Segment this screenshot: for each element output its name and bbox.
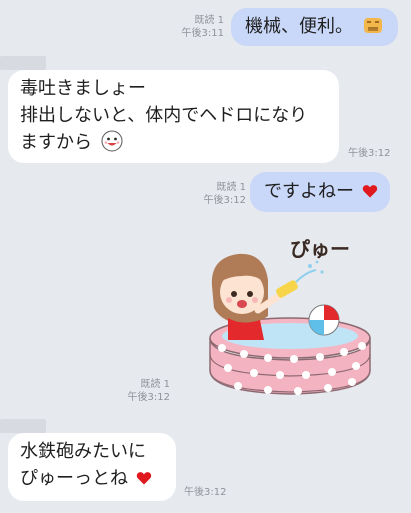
- timestamp: 午後3:12: [184, 487, 227, 498]
- timestamp: 午後3:12: [203, 195, 246, 206]
- read-label: 既読 1: [140, 379, 170, 390]
- avatar-strip: [0, 419, 46, 433]
- message-bubble[interactable]: 水鉄砲みたいに ぴゅーっとね: [8, 433, 176, 501]
- read-receipt: 既読 1 午後3:11: [160, 14, 224, 40]
- water-gun-girl-sticker[interactable]: ぴゅー: [198, 230, 380, 398]
- message-line: ぴゅーっとね: [20, 468, 128, 489]
- timestamp: 午後3:11: [181, 28, 224, 39]
- message-text: ですよねー: [264, 181, 354, 202]
- avatar-strip: [0, 56, 46, 70]
- message-bubble[interactable]: 毒吐きましょー 排出しないと、体内でヘドロになり ますから: [8, 70, 339, 163]
- message-line: 毒吐きましょー: [20, 78, 146, 99]
- timestamp: 午後3:12: [127, 392, 170, 403]
- grinning-face-emoji: [101, 130, 123, 152]
- message-line: 排出しないと、体内でヘドロになり: [20, 105, 308, 126]
- heart-emoji: [362, 185, 377, 198]
- message-bubble[interactable]: 機械、便利。: [231, 8, 398, 46]
- read-label: 既読 1: [194, 15, 224, 26]
- read-label: 既読 1: [216, 182, 246, 193]
- read-receipt: 既読 1 午後3:12: [186, 181, 246, 207]
- face-with-lines-emoji: [363, 18, 382, 33]
- read-receipt: 既読 1 午後3:12: [110, 378, 170, 404]
- sticker-caption: ぴゅー: [290, 237, 350, 261]
- message-bubble[interactable]: ですよねー: [250, 172, 390, 212]
- heart-emoji: [136, 472, 151, 485]
- timestamp: 午後3:12: [348, 148, 391, 159]
- message-line: 水鉄砲みたいに: [20, 441, 146, 462]
- message-line: ますから: [20, 132, 92, 153]
- message-text: 機械、便利。: [245, 16, 353, 37]
